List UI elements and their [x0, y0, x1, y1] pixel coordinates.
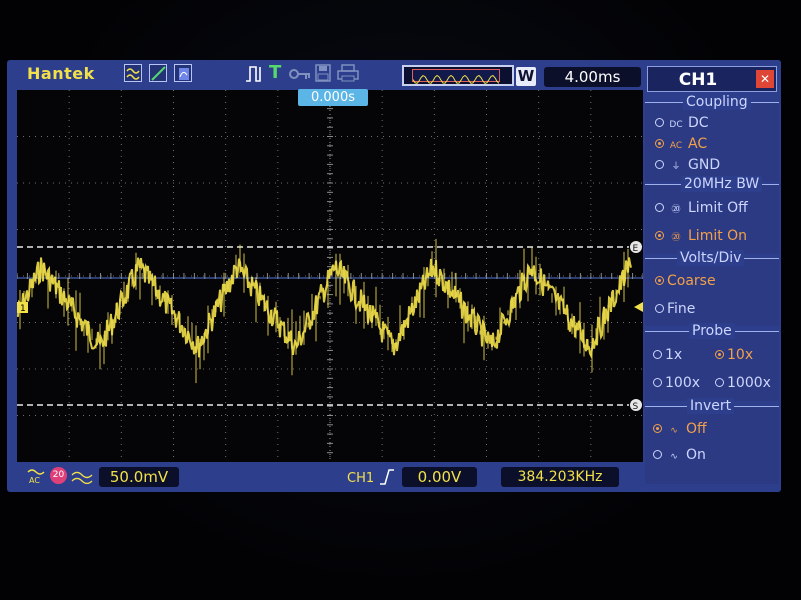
volts-option-fine[interactable]: Fine [655, 301, 695, 317]
radio-icon [655, 203, 664, 212]
rising-edge-icon [379, 468, 395, 486]
ch1-marker-label: 1 [20, 304, 26, 314]
menu-header: CH1 ✕ [647, 66, 777, 92]
scope-bezel: Hantek T W 4.00ms 1 E S 0.000s AC 20 50.0m… [0, 0, 801, 600]
dc-glyph-icon: DC [669, 120, 683, 130]
frequency-readout: 384.203KHz [501, 467, 619, 487]
brand-logo: Hantek [27, 64, 95, 83]
coupling-option-dc[interactable]: DC DC [655, 115, 709, 131]
radio-icon [653, 350, 662, 359]
probe-icon [71, 469, 93, 485]
bottom-status-bar: AC 20 50.0mV CH1 0.00V 384.203KHz [7, 462, 643, 492]
volts-div-title: Volts/Div [677, 250, 745, 266]
lower-cursor-marker-label: S [633, 402, 639, 412]
coupling-title: Coupling [683, 94, 751, 110]
trigger-level-value: 0.00V [402, 467, 477, 487]
timebase-value: 4.00ms [544, 67, 641, 87]
key-icon [289, 66, 311, 80]
coupling-option-ac[interactable]: AC AC [655, 136, 707, 152]
bw-section: 20MHz BW ⑳ Limit Off ⑳ Limit On [645, 176, 779, 254]
bw-20-icon: ⑳ [671, 233, 681, 243]
timebase-mode-label: W [516, 67, 536, 86]
trigger-mode-icon [245, 64, 265, 84]
close-icon[interactable]: ✕ [756, 70, 774, 88]
trigger-status: T [269, 62, 282, 83]
memory-depth-bar [402, 65, 514, 86]
trigger-source: CH1 [347, 471, 375, 486]
scope-screen: Hantek T W 4.00ms 1 E S 0.000s AC 20 50.0m… [7, 60, 781, 492]
radio-icon [653, 424, 662, 433]
invert-option-on[interactable]: ∿ On [653, 447, 706, 463]
bw-limit-icon: 20 [50, 467, 67, 484]
save-icon[interactable] [315, 64, 331, 82]
svg-text:AC: AC [29, 476, 40, 484]
channel-menu: CH1 ✕ Coupling DC DC AC AC ⏚ GND 20MHz BW ⑳… [643, 60, 781, 492]
radio-icon [655, 231, 664, 240]
volts-div-section: Volts/Div Coarse Fine [645, 250, 779, 326]
wave-inverted-icon: ∿ [670, 452, 678, 462]
bw-title: 20MHz BW [681, 176, 763, 192]
waveform-icon[interactable] [124, 64, 142, 82]
memory-window [412, 69, 500, 84]
ac-coupling-icon: AC [27, 468, 45, 485]
radio-icon [715, 350, 724, 359]
persist-icon[interactable] [174, 64, 192, 82]
bw-option-off[interactable]: ⑳ Limit Off [655, 200, 748, 216]
volts-per-div-value: 50.0mV [99, 467, 179, 487]
radio-icon [655, 160, 664, 169]
ground-icon: ⏚ [671, 162, 681, 172]
probe-option-10x[interactable]: 10x [715, 347, 753, 363]
upper-cursor-marker-label: E [633, 244, 639, 254]
invert-section: Invert ∿ Off ∿ On [645, 398, 779, 484]
vectors-icon[interactable] [149, 64, 167, 82]
invert-option-off[interactable]: ∿ Off [653, 421, 707, 437]
invert-title: Invert [687, 398, 735, 414]
trigger-position-label: 0.000s [298, 89, 368, 106]
menu-title: CH1 [678, 70, 718, 90]
radio-icon [655, 118, 664, 127]
ch1-noise-spikes [19, 238, 629, 384]
probe-section: Probe 1x 10x 100x 1000x [645, 323, 779, 401]
radio-icon [655, 304, 664, 313]
graticule: 1 E S [17, 90, 643, 462]
coupling-section: Coupling DC DC AC AC ⏚ GND [645, 94, 779, 182]
bw-20-icon: ⑳ [671, 205, 681, 215]
probe-option-1000x[interactable]: 1000x [715, 375, 771, 391]
volts-option-coarse[interactable]: Coarse [655, 273, 716, 289]
radio-icon [715, 378, 724, 387]
radio-icon [653, 378, 662, 387]
wave-normal-icon: ∿ [670, 426, 678, 436]
bw-option-on[interactable]: ⑳ Limit On [655, 228, 747, 244]
probe-option-100x[interactable]: 100x [653, 375, 700, 391]
radio-icon [653, 450, 662, 459]
coupling-option-gnd[interactable]: ⏚ GND [655, 157, 720, 173]
probe-option-1x[interactable]: 1x [653, 347, 682, 363]
waveform-grid: 1 E S [17, 90, 643, 462]
ac-glyph-icon: AC [669, 141, 683, 151]
probe-title: Probe [689, 323, 735, 339]
top-status-bar: Hantek T W 4.00ms [7, 60, 643, 89]
print-icon[interactable] [337, 64, 359, 82]
trigger-level-marker [634, 302, 643, 312]
radio-icon [655, 276, 664, 285]
radio-icon [655, 139, 664, 148]
